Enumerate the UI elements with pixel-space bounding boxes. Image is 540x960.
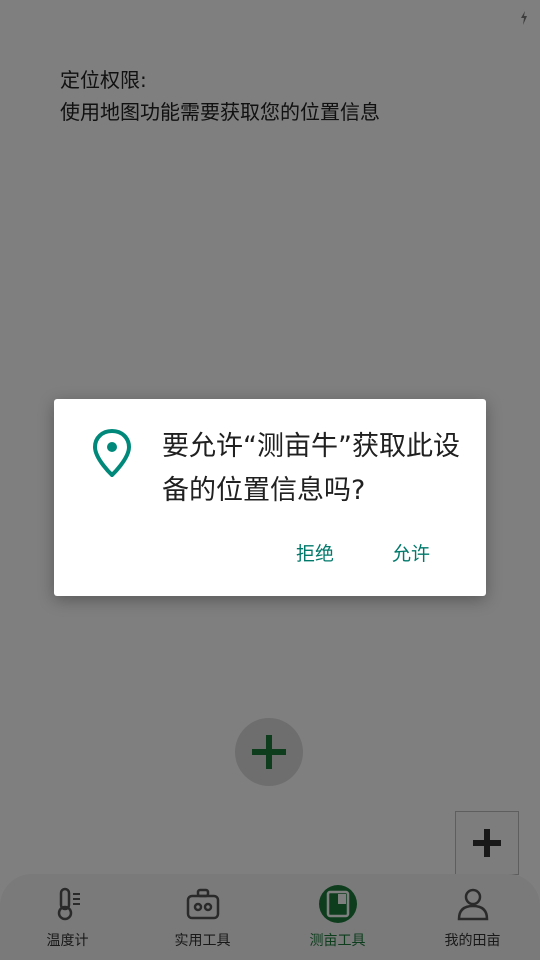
location-permission-dialog: 要允许“测亩牛”获取此设备的位置信息吗? 拒绝 允许 (54, 399, 486, 596)
location-pin-icon (92, 429, 132, 477)
allow-button[interactable]: 允许 (392, 539, 430, 566)
deny-button[interactable]: 拒绝 (296, 539, 334, 566)
dialog-message: 要允许“测亩牛”获取此设备的位置信息吗? (162, 431, 460, 506)
